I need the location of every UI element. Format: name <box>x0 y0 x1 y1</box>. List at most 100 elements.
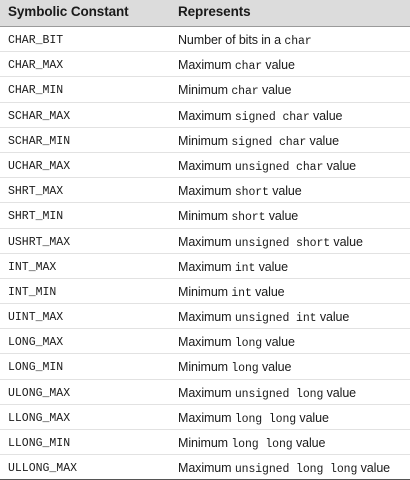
constant-description: Maximum long value <box>178 335 295 350</box>
description-suffix: value <box>323 158 357 173</box>
table-row: CHAR_MAX Maximum char value <box>0 52 410 78</box>
constant-description: Maximum unsigned long value <box>178 386 356 401</box>
description-type-code: short <box>231 211 266 225</box>
constant-description: Minimum long value <box>178 360 291 375</box>
description-type-code: short <box>234 186 269 200</box>
constant-description: Minimum short value <box>178 209 298 224</box>
description-type-code: char <box>231 85 259 99</box>
description-type-code: unsigned long long <box>234 463 358 477</box>
description-type-code: long <box>231 362 259 376</box>
description-type-code: signed char <box>234 110 310 124</box>
constant-name: SCHAR_MIN <box>8 134 71 148</box>
description-text: Maximum <box>178 461 235 476</box>
description-text: Maximum <box>178 234 235 249</box>
table-row: SCHAR_MIN Minimum signed char value <box>0 128 410 153</box>
description-suffix: value <box>357 461 391 476</box>
description-suffix: value <box>255 259 289 274</box>
description-text: Minimum <box>178 436 232 450</box>
description-text: Maximum <box>178 58 235 73</box>
constant-name: LONG_MAX <box>8 336 64 350</box>
description-text: Maximum <box>178 335 235 350</box>
constant-name: CHAR_BIT <box>8 34 64 47</box>
description-text: Minimum <box>178 360 232 375</box>
description-type-code: long long <box>231 438 293 451</box>
constant-name: CHAR_MAX <box>8 59 64 73</box>
description-suffix: value <box>306 133 340 148</box>
constant-description: Maximum char value <box>178 58 295 73</box>
description-suffix: value <box>258 360 292 375</box>
constant-description: Maximum unsigned short value <box>178 235 363 250</box>
description-text: Maximum <box>178 158 235 173</box>
constant-description: Maximum unsigned int value <box>178 310 349 325</box>
table-row: LLONG_MAX Maximum long long value <box>0 405 410 430</box>
description-type-code: int <box>234 261 256 275</box>
description-suffix: value <box>262 335 295 350</box>
table-row: UINT_MAX Maximum unsigned int value <box>0 304 410 330</box>
description-suffix: value <box>316 310 350 325</box>
constant-name: INT_MAX <box>8 260 57 274</box>
constant-description: Maximum short value <box>178 184 302 199</box>
constant-description: Number of bits in a char <box>178 33 312 48</box>
description-text: Maximum <box>178 108 235 123</box>
table-body: CHAR_BIT Number of bits in a char CHAR_MAX… <box>0 27 410 480</box>
description-text: Maximum <box>178 184 235 199</box>
constant-name: ULONG_MAX <box>8 386 71 400</box>
constant-name: UCHAR_MAX <box>8 159 71 173</box>
description-suffix: value <box>262 58 295 73</box>
description-text: Minimum <box>178 133 232 148</box>
table-row: UCHAR_MAX Maximum unsigned char value <box>0 153 410 179</box>
description-suffix: value <box>330 234 363 249</box>
description-type-code: char <box>234 60 263 74</box>
description-type-code: long <box>234 337 263 351</box>
description-type-code: int <box>231 286 252 300</box>
table-row: LONG_MAX Maximum long value <box>0 329 410 355</box>
header-represents: Represents <box>178 4 251 19</box>
constant-name: SHRT_MIN <box>8 210 64 224</box>
constant-name: LONG_MIN <box>8 361 64 375</box>
description-type-code: unsigned char <box>234 160 324 174</box>
table-row: ULONG_MAX Maximum unsigned long value <box>0 380 410 405</box>
description-text: Minimum <box>178 209 232 224</box>
description-type-code: char <box>284 35 312 48</box>
description-text: Maximum <box>178 310 235 325</box>
constant-name: ULLONG_MAX <box>8 462 78 476</box>
description-type-code: signed char <box>231 135 307 149</box>
table-row: USHRT_MAX Maximum unsigned short value <box>0 229 410 254</box>
description-suffix: value <box>296 410 329 425</box>
description-text: Minimum <box>178 83 232 98</box>
constant-name: SHRT_MAX <box>8 185 64 199</box>
description-suffix: value <box>309 108 343 123</box>
description-suffix: value <box>258 83 292 98</box>
constant-name: USHRT_MAX <box>8 235 71 249</box>
constant-name: SCHAR_MAX <box>8 109 71 123</box>
description-text: Maximum <box>178 385 235 400</box>
constant-description: Maximum unsigned char value <box>178 159 356 174</box>
table-row: INT_MIN Minimum int value <box>0 279 410 305</box>
description-suffix: value <box>323 385 357 400</box>
header-symbolic-constant: Symbolic Constant <box>8 4 129 19</box>
table-header: Symbolic Constant Represents <box>0 0 410 27</box>
constant-description: Minimum long long value <box>178 436 325 451</box>
table-row: CHAR_BIT Number of bits in a char <box>0 27 410 53</box>
table-row: SCHAR_MAX Maximum signed char value <box>0 103 410 128</box>
description-text: Maximum <box>178 410 235 425</box>
description-type-code: unsigned int <box>234 312 317 326</box>
constant-description: Minimum signed char value <box>178 134 339 149</box>
constant-description: Minimum char value <box>178 83 291 98</box>
table-row: SHRT_MAX Maximum short value <box>0 178 410 204</box>
constant-description: Minimum int value <box>178 285 285 300</box>
description-text: Maximum <box>178 259 235 274</box>
description-suffix: value <box>251 284 285 299</box>
constant-description: Maximum unsigned long long value <box>178 461 390 476</box>
table-row: SHRT_MIN Minimum short value <box>0 203 410 229</box>
table-row: INT_MAX Maximum int value <box>0 254 410 279</box>
constant-description: Maximum long long value <box>178 411 329 426</box>
table-row: CHAR_MIN Minimum char value <box>0 77 410 103</box>
constant-description: Maximum signed char value <box>178 108 343 124</box>
description-type-code: unsigned short <box>234 236 331 250</box>
description-type-code: unsigned long <box>234 387 324 401</box>
description-suffix: value <box>292 436 326 450</box>
description-suffix: value <box>265 209 299 224</box>
constant-name: CHAR_MIN <box>8 84 64 98</box>
constant-name: LLONG_MAX <box>8 411 71 425</box>
